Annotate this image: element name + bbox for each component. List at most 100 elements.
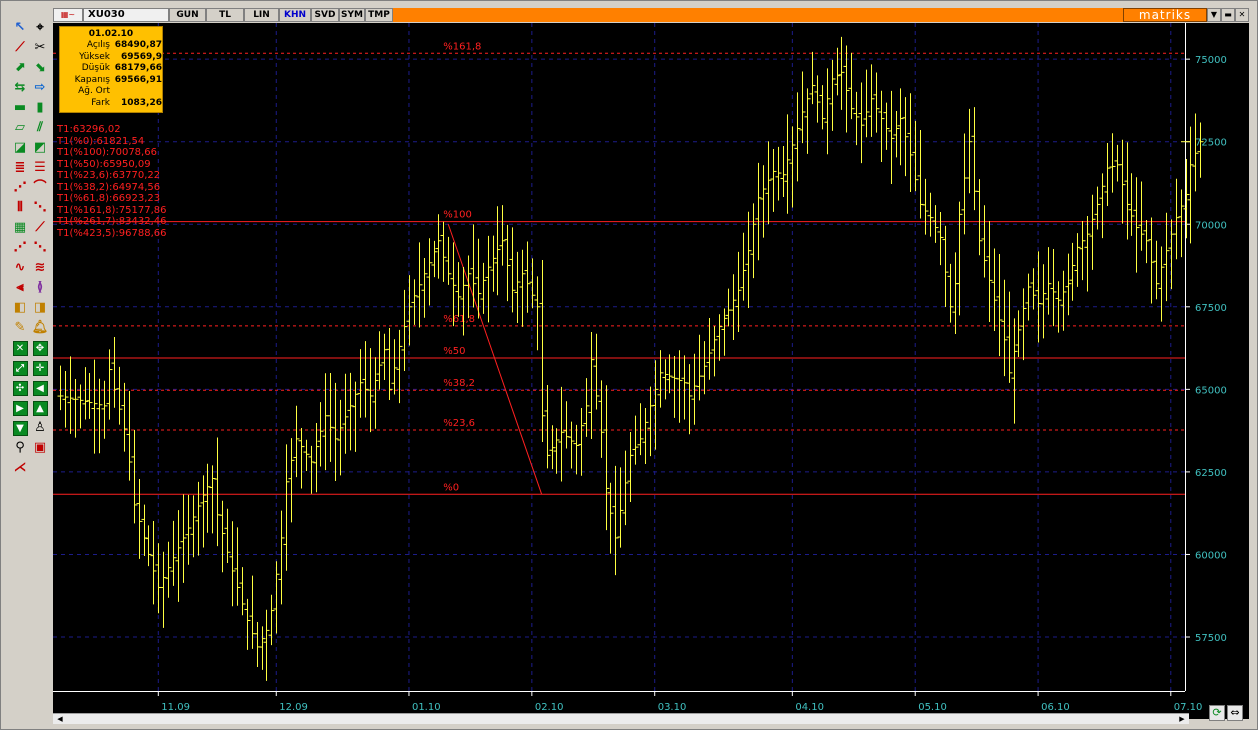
fib-legend-item: T1(%23,6):63770,22 <box>57 170 161 181</box>
y-tick-label: 65000 <box>1195 385 1227 396</box>
price-chart[interactable]: 57500 60000 62500 65000 67500 70000 72500 75000… <box>53 23 1249 719</box>
tab-tmp[interactable]: TMP <box>365 8 393 22</box>
zoom-in-icon[interactable]: ⤢ <box>11 359 29 377</box>
indicator-icon[interactable]: ⋌ <box>11 459 29 477</box>
ohlc-info-box: 01.02.10 Açılış 68490,87 Yüksek 69569,9 Dü… <box>59 26 163 113</box>
gann-fan-g-icon[interactable]: ⋱ <box>31 239 49 257</box>
x-tick-label: 04.10 <box>795 702 824 713</box>
scroll-right-icon[interactable]: ▶ <box>11 399 29 417</box>
fibonacci-fan-f-icon[interactable]: ⋱ <box>31 199 49 217</box>
text-note-icon[interactable]: ✎ <box>11 319 29 337</box>
ray-down-icon[interactable]: ⬊ <box>31 59 49 77</box>
arrow-right-icon[interactable]: ⇨ <box>31 79 49 97</box>
fib-level-label: %100 <box>443 210 472 221</box>
chart-type-icon[interactable]: ▦~ <box>53 8 83 22</box>
close-icon[interactable]: ✕ <box>1235 8 1249 22</box>
speed-fan-icon[interactable]: ≋ <box>31 259 49 277</box>
speed-lines-icon[interactable]: ∿ <box>11 259 29 277</box>
cycle-lines-icon[interactable]: ≬ <box>31 279 49 297</box>
fibonacci-time-icon[interactable]: ⦀ <box>11 199 29 217</box>
tab-sym[interactable]: SYM <box>339 8 365 22</box>
fib-legend-item: T1(%50):65950,09 <box>57 158 151 170</box>
tab-gun[interactable]: GUN <box>169 8 206 22</box>
ray-up-icon[interactable]: ⬈ <box>11 59 29 77</box>
properties-icon[interactable]: ▣ <box>31 439 49 457</box>
horizontal-scrollbar[interactable]: ◀ ▶ <box>53 713 1189 724</box>
y-tick-label: 72500 <box>1195 138 1227 149</box>
scroll-down-icon[interactable]: ▼ <box>11 419 29 437</box>
horizontal-line-icon[interactable]: ▬ <box>11 99 29 117</box>
crosshair-tool-icon[interactable]: ⌖ <box>31 19 49 37</box>
fib-legend-item: T1(%100):70078,66 <box>57 147 157 158</box>
search-icon[interactable]: ⚲ <box>11 439 29 457</box>
scroll-up-icon[interactable]: ▲ <box>31 399 49 417</box>
y-tick-label: 57500 <box>1195 633 1227 644</box>
gann-fan-icon[interactable]: ⋰ <box>11 239 29 257</box>
scroll-all-icon[interactable]: ✣ <box>11 379 29 397</box>
minimize-icon[interactable]: ▬ <box>1221 8 1235 22</box>
alarm-bell-icon[interactable]: 🔔︎ <box>31 319 49 337</box>
andrews-pitchfork-icon[interactable]: ⫷ <box>11 279 29 297</box>
fib-legend-item: T1(%423,5):96788,66 <box>57 227 167 239</box>
zoom-fit-icon[interactable]: ✕ <box>11 339 29 357</box>
fib-level-label: %23,6 <box>443 418 475 429</box>
symbol-label[interactable]: XU030 <box>83 8 169 22</box>
fib-legend-item: T1(%61,8):66923,23 <box>57 193 161 204</box>
tab-lin[interactable]: LIN <box>244 8 279 22</box>
window-title-bar: ▦~ XU030 GUN TL LIN KHN SVD SYM TMP matr… <box>53 8 1249 22</box>
fibonacci-fan-icon[interactable]: ⋰ <box>11 179 29 197</box>
chart-background <box>53 23 1249 719</box>
fibonacci-arc-icon[interactable]: ⌒ <box>31 179 49 197</box>
parallel-line-icon[interactable]: ⫽ <box>31 119 49 137</box>
fibonacci-retracement-icon[interactable]: ≣ <box>11 159 29 177</box>
fibonacci-legend: T1:63296,02 T1(%0):61821,54 T1(%100):700… <box>57 124 167 239</box>
info-row-average: Ağ. Ort <box>78 86 110 96</box>
refresh-icon[interactable]: ⟳ <box>1209 705 1225 721</box>
gann-grid-icon[interactable]: ▦ <box>11 219 29 237</box>
x-tick-label: 06.10 <box>1041 702 1070 713</box>
chart-corner-controls: ⟳ ⇔ <box>1201 701 1251 725</box>
scroll-left-arrow-icon[interactable]: ◀ <box>55 714 65 724</box>
tab-tl[interactable]: TL <box>206 8 244 22</box>
fib-level-label: %0 <box>443 482 459 493</box>
user-settings-icon[interactable]: ♙ <box>31 419 49 437</box>
fibonacci-extension-icon[interactable]: ☰ <box>31 159 49 177</box>
pointer-tool-icon[interactable]: ↖ <box>11 19 29 37</box>
regression-band-icon[interactable]: ◩ <box>31 139 49 157</box>
delete-drawing-icon[interactable]: ✂ <box>31 39 49 57</box>
x-tick-label: 03.10 <box>658 702 687 713</box>
fib-level-label: %161,8 <box>443 41 481 52</box>
fib-level-label: %50 <box>443 346 465 357</box>
chart-window: ▦~ XU030 GUN TL LIN KHN SVD SYM TMP matr… <box>0 0 1258 730</box>
fib-legend-item: T1(%261,7):83432,46 <box>57 216 167 227</box>
zoom-center-icon[interactable]: ✥ <box>31 339 49 357</box>
x-tick-label: 01.10 <box>412 702 441 713</box>
scroll-right-arrow-icon[interactable]: ▶ <box>1177 714 1187 724</box>
price-axis-area <box>1185 23 1249 691</box>
tab-svd[interactable]: SVD <box>311 8 339 22</box>
fib-legend-item: T1(%0):61821,54 <box>57 135 145 147</box>
y-tick-label: 67500 <box>1195 303 1227 314</box>
tab-khn[interactable]: KHN <box>279 8 311 22</box>
channel-tool-icon[interactable]: ⏥ <box>11 119 29 137</box>
object-tool-icon[interactable]: ◨ <box>31 299 49 317</box>
title-bar-fill <box>393 8 1123 22</box>
x-tick-label: 12.09 <box>279 702 308 713</box>
info-date: 01.02.10 <box>88 29 134 39</box>
y-tick-label: 70000 <box>1195 220 1227 231</box>
regression-tool-icon[interactable]: ◪ <box>11 139 29 157</box>
resize-icon[interactable]: ⇔ <box>1227 705 1243 721</box>
info-row-open: Açılış 68490,87 <box>86 40 162 50</box>
trendline-tool-icon[interactable]: ⟋ <box>11 39 29 57</box>
x-tick-label: 07.10 <box>1174 702 1203 713</box>
gann-line-icon[interactable]: ⟋ <box>31 219 49 237</box>
layers-tool-icon[interactable]: ◧ <box>11 299 29 317</box>
dropdown-icon[interactable]: ▼ <box>1207 8 1221 22</box>
scroll-left-icon[interactable]: ◀ <box>31 379 49 397</box>
info-row-change: Fark 1083,26 <box>91 97 162 108</box>
vertical-line-icon[interactable]: ▮ <box>31 99 49 117</box>
fib-legend-item: T1(%38,2):64974,56 <box>57 181 161 193</box>
fib-legend-item: T1(%161,8):75177,86 <box>57 204 167 216</box>
arrow-left-right-icon[interactable]: ⇆ <box>11 79 29 97</box>
zoom-out-icon[interactable]: ✛ <box>31 359 49 377</box>
